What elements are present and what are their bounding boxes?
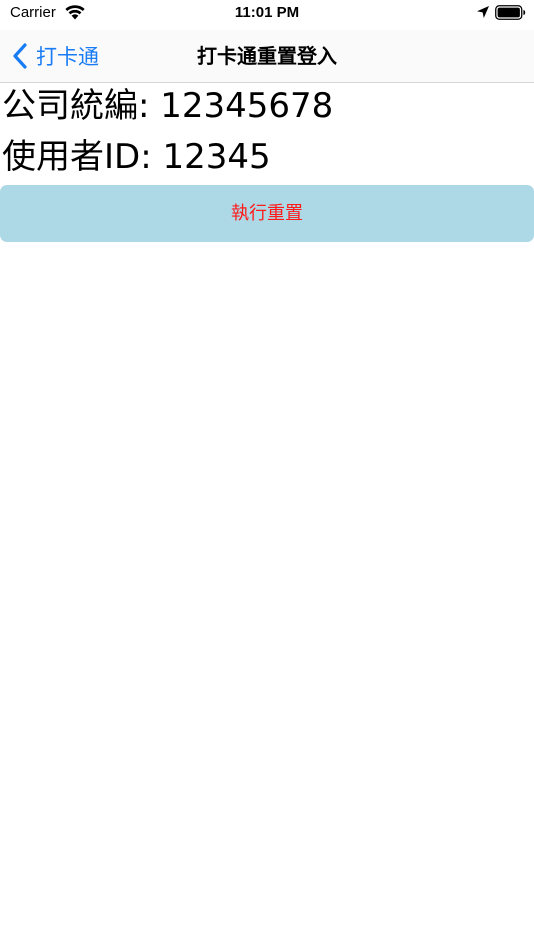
status-bar: Carrier 11:01 PM [0, 0, 534, 30]
navigation-bar: 打卡通 打卡通重置登入 [0, 30, 534, 83]
company-id-label: 公司統編: 12345678 [2, 86, 334, 126]
battery-icon [495, 5, 526, 20]
page-title: 打卡通重置登入 [197, 44, 337, 68]
user-id-label: 使用者ID: 12345 [2, 137, 271, 177]
execute-reset-button[interactable]: 執行重置 [0, 185, 534, 242]
status-time: 11:01 PM [234, 4, 300, 21]
main-content: 公司統編: 12345678 使用者ID: 12345 執行重置 [0, 83, 534, 242]
location-arrow-icon [477, 6, 489, 18]
